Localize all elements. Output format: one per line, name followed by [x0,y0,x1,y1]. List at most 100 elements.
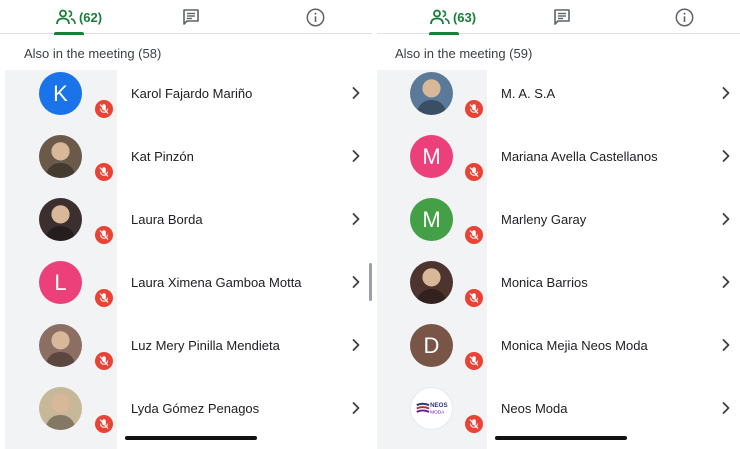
home-indicator [495,436,627,440]
avatar [39,324,82,367]
avatar: M [410,135,453,178]
participants-panel-left: (62) Also in the meeting (58) K Karol Faj… [0,0,372,449]
profile-photo-icon [45,226,76,241]
mic-off-icon [95,289,113,307]
avatar-initial: L [54,269,67,295]
avatar-initial: M [422,143,441,169]
participants-count: (63) [452,9,477,25]
mic-off-icon [95,100,113,118]
participants-count: (62) [78,9,103,25]
mic-off-icon [95,352,113,370]
section-label: Also in the meeting (58) [24,46,162,61]
home-indicator [125,436,257,440]
tab-people[interactable]: (62) [34,0,124,35]
scrollbar[interactable] [369,263,372,301]
participant-row[interactable]: Lyda Gómez Penagos [0,377,372,440]
people-icon [56,9,76,25]
avatar-initial: M [422,206,441,232]
avatar [410,261,453,304]
chevron-right-icon[interactable] [349,275,363,289]
profile-photo-icon [416,100,447,115]
chevron-right-icon[interactable] [349,86,363,100]
mic-off-icon [465,100,483,118]
chevron-right-icon[interactable] [349,212,363,226]
avatar [39,135,82,178]
participant-list[interactable]: M. A. S.A M Mariana Avella Castellanos M Mar… [377,70,740,449]
mic-off-icon [465,226,483,244]
chevron-right-icon[interactable] [719,86,733,100]
info-icon [306,8,324,26]
participant-name: Mariana Avella Castellanos [501,149,658,164]
tab-bar: (62) [0,0,372,35]
mic-off-icon [95,415,113,433]
section-label: Also in the meeting (59) [395,46,533,61]
chevron-right-icon[interactable] [719,401,733,415]
participant-row[interactable]: Kat Pinzón [0,125,372,188]
info-icon [675,8,693,26]
mic-off-icon [95,226,113,244]
participants-panel-right: (63) Also in the meeting (59) M. A. S.A M… [377,0,740,449]
chevron-right-icon[interactable] [349,401,363,415]
tab-underline [429,32,459,35]
participant-name: Monica Barrios [501,275,588,290]
avatar: M [410,198,453,241]
avatar [39,387,82,430]
avatar: D [410,324,453,367]
participant-name: M. A. S.A [501,86,556,101]
avatar: L [39,261,82,304]
tab-bar: (63) [377,0,740,35]
mic-off-icon [465,289,483,307]
participant-row[interactable]: NEOS MODA Neos Moda [377,377,740,440]
avatar [39,198,82,241]
participant-row[interactable]: M Marleny Garay [377,188,740,251]
chevron-right-icon[interactable] [719,275,733,289]
chevron-right-icon[interactable] [719,338,733,352]
chevron-right-icon[interactable] [719,212,733,226]
participant-name: Neos Moda [501,401,568,416]
participant-row[interactable]: Monica Barrios [377,251,740,314]
participant-row[interactable]: Laura Borda [0,188,372,251]
avatar [410,72,453,115]
tab-chat[interactable] [176,0,206,34]
participant-list[interactable]: K Karol Fajardo Mariño Kat Pinzón Laura Bor… [0,70,372,449]
tab-info[interactable] [671,0,697,34]
participant-name: Laura Borda [131,212,203,227]
participant-row[interactable]: M. A. S.A [377,62,740,125]
profile-photo-icon [45,352,76,367]
participant-name: Lyda Gómez Penagos [131,401,260,416]
mic-off-icon [95,163,113,181]
tab-people[interactable]: (63) [413,0,493,35]
tab-info[interactable] [302,0,328,34]
participant-name: Luz Mery Pinilla Mendieta [131,338,280,353]
avatar: K [39,72,82,115]
chevron-right-icon[interactable] [349,338,363,352]
participant-row[interactable]: Luz Mery Pinilla Mendieta [0,314,372,377]
chat-icon [183,9,199,25]
profile-photo-icon [416,289,447,304]
mic-off-icon [465,352,483,370]
participant-row[interactable]: K Karol Fajardo Mariño [0,62,372,125]
participant-name: Kat Pinzón [131,149,194,164]
participant-row[interactable]: L Laura Ximena Gamboa Motta [0,251,372,314]
chat-icon [554,9,570,25]
mic-off-icon [465,163,483,181]
avatar: NEOS MODA [410,387,453,430]
chevron-right-icon[interactable] [719,149,733,163]
profile-photo-icon [45,163,76,178]
participant-name: Marleny Garay [501,212,587,227]
participant-name: Karol Fajardo Mariño [131,86,253,101]
tab-underline [54,32,84,35]
avatar-initial: D [423,332,440,358]
avatar-initial: K [53,80,68,106]
participant-row[interactable]: M Mariana Avella Castellanos [377,125,740,188]
participant-name: Laura Ximena Gamboa Motta [131,275,302,290]
profile-photo-icon [45,415,76,430]
logo-text: NEOS [430,402,448,409]
participant-name: Monica Mejia Neos Moda [501,338,648,353]
chevron-right-icon[interactable] [349,149,363,163]
logo-subtext: MODA [430,410,445,416]
mic-off-icon [465,415,483,433]
people-icon [430,9,450,25]
participant-row[interactable]: D Monica Mejia Neos Moda [377,314,740,377]
tab-chat[interactable] [547,0,577,34]
